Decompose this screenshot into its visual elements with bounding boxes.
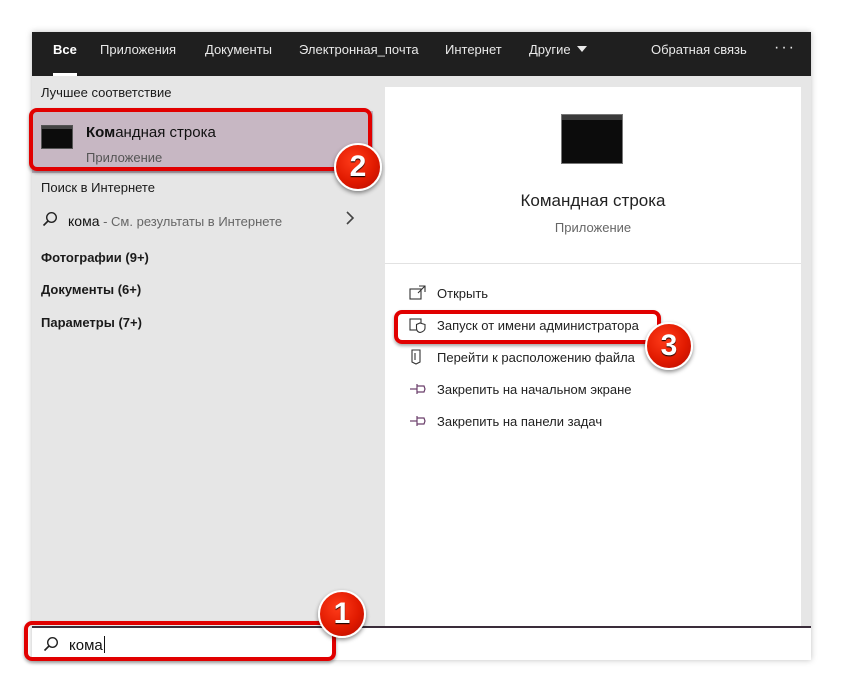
- web-search-result[interactable]: кома - См. результаты в Интернете: [32, 201, 373, 241]
- action-open-label: Открыть: [437, 286, 489, 301]
- search-icon: [42, 211, 58, 227]
- best-match-header: Лучшее соответствие: [41, 85, 172, 100]
- action-pin-to-start-label: Закрепить на начальном экране: [437, 382, 632, 397]
- web-result-text: кома - См. результаты в Интернете: [68, 213, 283, 229]
- feedback-link[interactable]: Обратная связь: [651, 32, 747, 76]
- highlight-best-match: [29, 108, 372, 171]
- pin-icon: [410, 384, 426, 394]
- search-filter-bar: Все Приложения Документы Электронная_поч…: [32, 32, 811, 76]
- tab-email[interactable]: Электронная_почта: [299, 32, 419, 76]
- open-icon: [409, 285, 426, 300]
- tab-more-dropdown[interactable]: Другие: [529, 32, 587, 76]
- category-settings[interactable]: Параметры (7+): [41, 315, 142, 330]
- tab-web[interactable]: Интернет: [445, 32, 502, 76]
- preview-pane: Командная строка Приложение Открыть Запу…: [385, 87, 801, 635]
- action-open-file-location-label: Перейти к расположению файла: [437, 350, 635, 365]
- divider: [385, 263, 801, 264]
- terminal-icon: [561, 114, 623, 164]
- highlight-run-as-admin: [394, 310, 661, 344]
- tab-apps[interactable]: Приложения: [100, 32, 176, 76]
- callout-badge-1: 1: [318, 590, 366, 638]
- chevron-right-icon[interactable]: [343, 209, 357, 227]
- category-photos[interactable]: Фотографии (9+): [41, 250, 149, 265]
- preview-app-kind: Приложение: [554, 220, 632, 235]
- callout-badge-3: 3: [645, 322, 693, 370]
- callout-badge-2: 2: [334, 143, 382, 191]
- tab-more-label: Другие: [529, 42, 571, 57]
- tab-documents[interactable]: Документы: [205, 32, 272, 76]
- caret-down-icon: [576, 45, 587, 52]
- category-documents[interactable]: Документы (6+): [41, 282, 141, 297]
- more-options-button[interactable]: ···: [774, 32, 796, 76]
- screenshot-stage: Все Приложения Документы Электронная_поч…: [0, 0, 843, 693]
- action-pin-to-taskbar-label: Закрепить на панели задач: [437, 414, 603, 429]
- file-location-icon: [411, 349, 421, 365]
- pin-icon: [410, 416, 426, 426]
- preview-app-name: Командная строка: [520, 191, 666, 210]
- highlight-search-box: [24, 621, 336, 661]
- tab-all[interactable]: Все: [53, 32, 77, 76]
- web-search-header: Поиск в Интернете: [41, 180, 155, 195]
